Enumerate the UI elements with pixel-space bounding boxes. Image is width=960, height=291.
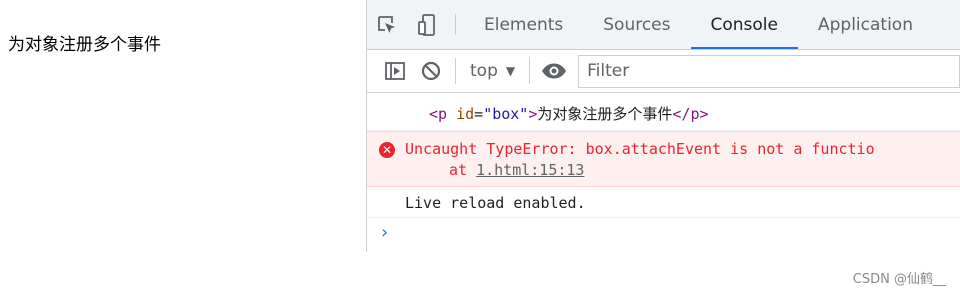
html-end-tag: </p> [672, 105, 709, 123]
console-row-error: ✕ Uncaught TypeError: box.attachEvent is… [367, 131, 960, 187]
clear-console-icon[interactable] [413, 56, 449, 86]
tab-console[interactable]: Console [690, 0, 799, 49]
inspect-element-icon[interactable] [367, 0, 407, 49]
device-toolbar-icon[interactable] [407, 0, 447, 49]
console-row-element[interactable]: <p id="box">为对象注册多个事件</p> [367, 93, 960, 131]
tab-elements[interactable]: Elements [464, 0, 583, 49]
error-at-label: at [449, 161, 477, 179]
console-output: <p id="box">为对象注册多个事件</p> ✕ Uncaught Typ… [367, 93, 960, 250]
html-attr-name: id [447, 105, 475, 123]
watermark: CSDN @仙鹤__ [852, 272, 946, 287]
html-attr-value: "box" [483, 105, 529, 123]
prompt-chevron-icon: › [379, 222, 390, 243]
html-open-tag: <p [429, 105, 448, 123]
html-text: 为对象注册多个事件 [537, 105, 673, 123]
dropdown-arrow-icon: ▼ [505, 64, 516, 78]
tab-application[interactable]: Application [798, 0, 933, 49]
show-sidebar-icon[interactable] [377, 56, 413, 86]
devtools-panel: Elements Sources Console Application top… [366, 0, 960, 252]
context-label: top [470, 61, 498, 81]
page-heading-text: 为对象注册多个事件 [8, 35, 161, 55]
filter-input[interactable]: Filter [578, 54, 960, 88]
error-source-link[interactable]: 1.html:15:13 [476, 161, 584, 179]
devtools-tabbar: Elements Sources Console Application [367, 0, 960, 50]
error-icon: ✕ [379, 142, 395, 158]
toolbar-divider [455, 58, 456, 84]
console-row-log: Live reload enabled. [367, 187, 960, 218]
toolbar-divider [529, 58, 531, 84]
error-message: Uncaught TypeError: box.attachEvent is n… [405, 140, 875, 158]
tabbar-divider [455, 14, 456, 35]
eye-icon[interactable] [536, 56, 572, 86]
error-stack-line: at 1.html:15:13 [405, 161, 960, 179]
console-prompt[interactable]: › [367, 218, 960, 250]
tab-sources[interactable]: Sources [583, 0, 690, 49]
context-selector[interactable]: top ▼ [462, 61, 523, 81]
html-attr-eq: = [474, 105, 484, 123]
console-toolbar: top ▼ Filter [367, 50, 960, 93]
